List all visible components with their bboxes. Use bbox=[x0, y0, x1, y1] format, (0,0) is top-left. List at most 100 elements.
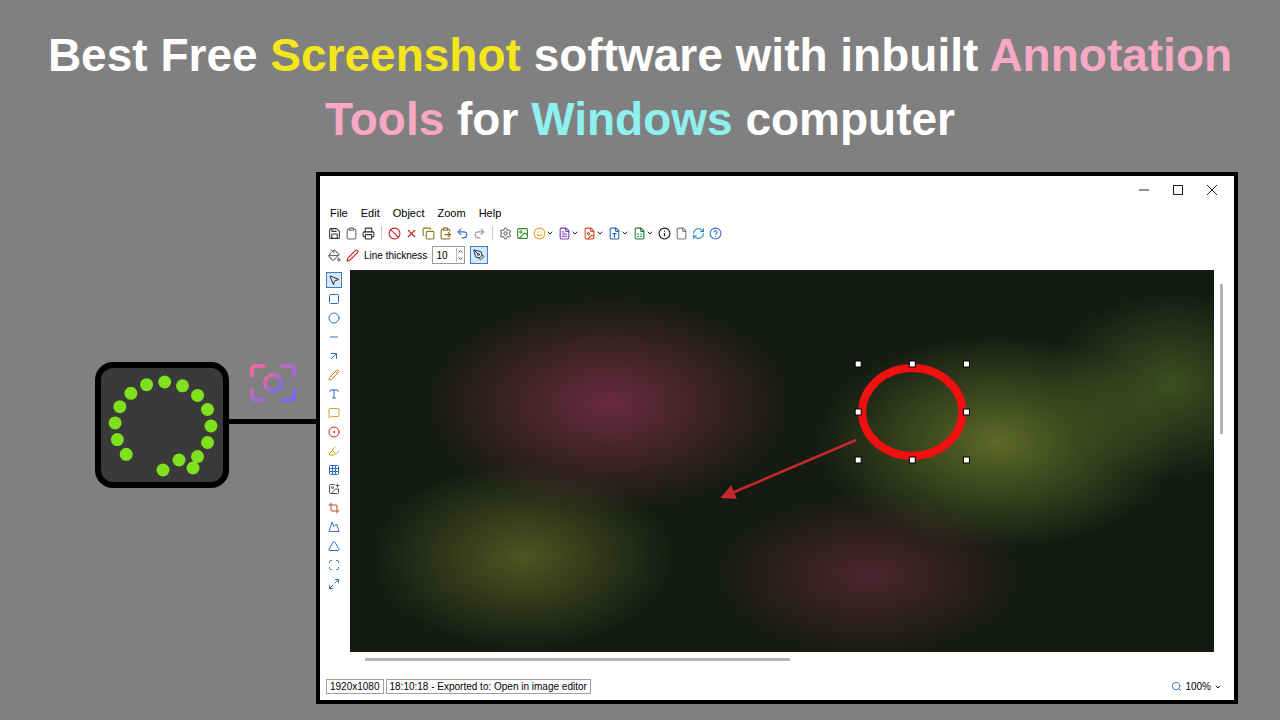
toolbar-button[interactable] bbox=[439, 227, 452, 240]
zoom-value[interactable]: 100% bbox=[1185, 681, 1211, 692]
clipboard-icon[interactable] bbox=[345, 227, 358, 240]
freehand-icon[interactable] bbox=[328, 369, 340, 381]
save-icon[interactable] bbox=[328, 227, 341, 240]
obfuscate-icon[interactable] bbox=[328, 464, 340, 476]
spin-down-icon[interactable] bbox=[457, 255, 464, 262]
onenote-icon[interactable] bbox=[558, 227, 571, 240]
vertical-scrollbar[interactable] bbox=[1216, 270, 1226, 652]
tool-button[interactable] bbox=[326, 424, 342, 440]
resize-handle[interactable] bbox=[909, 361, 915, 367]
menu-item[interactable]: File bbox=[330, 206, 348, 220]
toolbar-button[interactable] bbox=[675, 227, 688, 240]
rectangle-icon[interactable] bbox=[328, 293, 340, 305]
dropdown-icon[interactable] bbox=[571, 229, 579, 237]
scroll-thumb[interactable] bbox=[1220, 284, 1223, 434]
horizontal-scrollbar[interactable] bbox=[350, 655, 1226, 663]
tool-button[interactable] bbox=[326, 367, 342, 383]
screenshot-photo[interactable] bbox=[350, 270, 1214, 652]
resize-handle[interactable] bbox=[909, 457, 915, 463]
file-icon[interactable] bbox=[675, 227, 688, 240]
copy-icon[interactable] bbox=[422, 227, 435, 240]
print-icon[interactable] bbox=[362, 227, 375, 240]
zoom-icon[interactable] bbox=[1171, 681, 1182, 692]
toolbar-button[interactable] bbox=[558, 227, 579, 240]
spin-up-icon[interactable] bbox=[457, 248, 464, 255]
tool-button[interactable] bbox=[326, 443, 342, 459]
toolbar-button[interactable] bbox=[345, 227, 358, 240]
toolbar-button[interactable] bbox=[516, 227, 529, 240]
refresh-icon[interactable] bbox=[692, 227, 705, 240]
tool-button[interactable] bbox=[326, 329, 342, 345]
resize-handle[interactable] bbox=[963, 409, 969, 415]
line-color-icon[interactable] bbox=[346, 249, 359, 262]
ellipse-annotation[interactable] bbox=[855, 361, 969, 463]
pen-tool-icon[interactable] bbox=[473, 249, 485, 261]
torn-edge-icon[interactable] bbox=[328, 540, 340, 552]
tool-button[interactable] bbox=[326, 481, 342, 497]
help-icon[interactable] bbox=[709, 227, 722, 240]
crop-icon[interactable] bbox=[328, 502, 340, 514]
toolbar-button[interactable] bbox=[608, 227, 629, 240]
dropdown-icon[interactable] bbox=[646, 229, 654, 237]
toolbar-button[interactable] bbox=[405, 227, 418, 240]
resize-handle[interactable] bbox=[963, 361, 969, 367]
line-thickness-value[interactable]: 10 bbox=[436, 250, 454, 261]
resize-handle[interactable] bbox=[855, 361, 861, 367]
powerpoint-icon[interactable] bbox=[583, 227, 596, 240]
add-image-icon[interactable] bbox=[328, 483, 340, 495]
maximize-icon[interactable] bbox=[1172, 184, 1184, 196]
ellipse-icon[interactable] bbox=[328, 312, 340, 324]
undo-icon[interactable] bbox=[456, 227, 469, 240]
tool-button[interactable] bbox=[326, 386, 342, 402]
speechbubble-icon[interactable] bbox=[328, 407, 340, 419]
delete-icon[interactable] bbox=[405, 227, 418, 240]
dropdown-icon[interactable] bbox=[621, 229, 629, 237]
tool-button[interactable] bbox=[326, 519, 342, 535]
tool-button[interactable] bbox=[326, 310, 342, 326]
line-icon[interactable] bbox=[328, 331, 340, 343]
paste-icon[interactable] bbox=[439, 227, 452, 240]
tool-button[interactable] bbox=[326, 348, 342, 364]
scroll-thumb[interactable] bbox=[365, 658, 790, 661]
arrow-icon[interactable] bbox=[328, 350, 340, 362]
close-icon[interactable] bbox=[388, 227, 401, 240]
info-icon[interactable] bbox=[658, 227, 671, 240]
dropdown-icon[interactable] bbox=[1214, 683, 1222, 691]
shadow-button[interactable] bbox=[470, 246, 488, 264]
effects-icon[interactable] bbox=[328, 521, 340, 533]
image-icon[interactable] bbox=[516, 227, 529, 240]
toolbar-button[interactable] bbox=[362, 227, 375, 240]
tool-button[interactable] bbox=[326, 576, 342, 592]
settings-icon[interactable] bbox=[499, 227, 512, 240]
toolbar-button[interactable] bbox=[456, 227, 469, 240]
fill-color-icon[interactable] bbox=[328, 249, 341, 262]
menu-item[interactable]: Object bbox=[393, 206, 425, 220]
toolbar-button[interactable] bbox=[388, 227, 401, 240]
toolbar-button[interactable] bbox=[422, 227, 435, 240]
dropdown-icon[interactable] bbox=[546, 229, 554, 237]
tool-button[interactable] bbox=[326, 462, 342, 478]
toolbar-button[interactable] bbox=[473, 227, 486, 240]
toolbar-button[interactable] bbox=[533, 227, 554, 240]
menu-item[interactable]: Help bbox=[479, 206, 502, 220]
toolbar-button[interactable] bbox=[583, 227, 604, 240]
tool-button[interactable] bbox=[326, 500, 342, 516]
dropdown-icon[interactable] bbox=[596, 229, 604, 237]
excel-icon[interactable] bbox=[633, 227, 646, 240]
word-icon[interactable] bbox=[608, 227, 621, 240]
toolbar-button[interactable] bbox=[499, 227, 512, 240]
toolbar-button[interactable] bbox=[328, 227, 341, 240]
resize-handle[interactable] bbox=[855, 409, 861, 415]
counter-icon[interactable] bbox=[328, 426, 340, 438]
redo-icon[interactable] bbox=[473, 227, 486, 240]
tool-button[interactable] bbox=[326, 538, 342, 554]
minimize-icon[interactable] bbox=[1138, 184, 1150, 196]
toolbar-button[interactable] bbox=[658, 227, 671, 240]
highlighter-icon[interactable] bbox=[328, 445, 340, 457]
text-icon[interactable] bbox=[328, 388, 340, 400]
menu-item[interactable]: Edit bbox=[361, 206, 380, 220]
line-thickness-spinner[interactable]: 10 bbox=[432, 246, 465, 264]
border-icon[interactable] bbox=[328, 559, 340, 571]
arrow-annotation[interactable] bbox=[725, 440, 856, 496]
tool-button[interactable] bbox=[326, 405, 342, 421]
